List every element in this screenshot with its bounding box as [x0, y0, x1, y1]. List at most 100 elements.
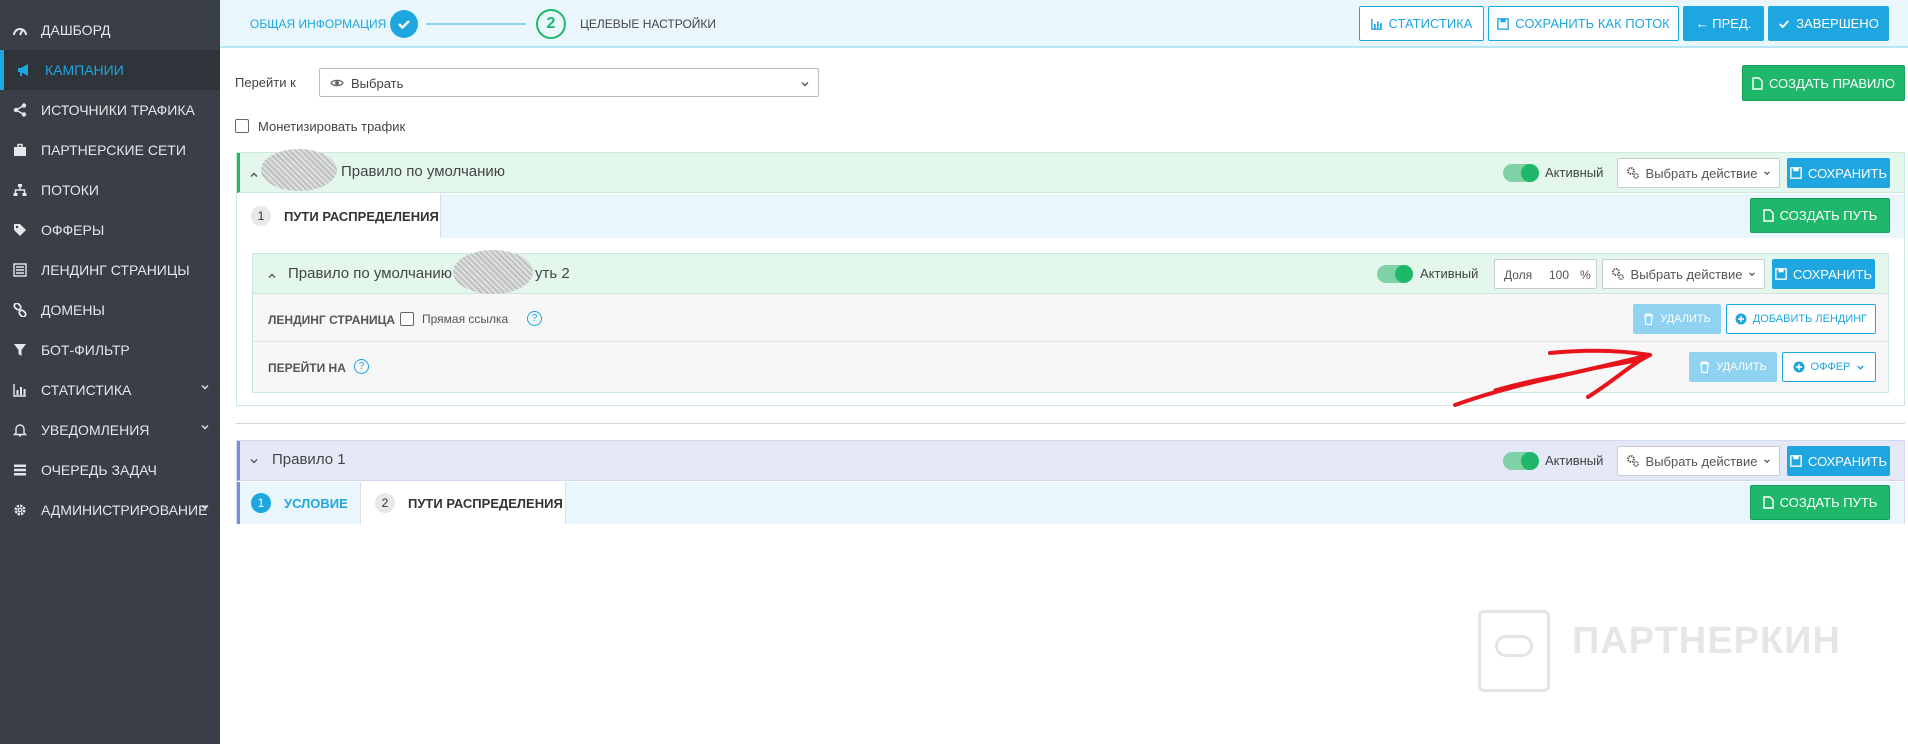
chevron-down-icon: [201, 425, 209, 430]
path-action-select[interactable]: Выбрать действие: [1602, 259, 1765, 289]
sidebar-item-traffic-sources[interactable]: ИСТОЧНИКИ ТРАФИКА: [0, 90, 220, 130]
goto-label: Перейти к: [235, 75, 296, 90]
rule-1-active-toggle[interactable]: [1503, 452, 1539, 470]
chevron-down-icon[interactable]: [249, 456, 259, 466]
landing-label: ЛЕНДИНГ СТРАНИЦА: [268, 313, 396, 327]
sidebar-item-bot-filter[interactable]: БОТ-ФИЛЬТР: [0, 330, 220, 370]
goto-select-value: Выбрать: [351, 76, 404, 91]
rule-1-create-path-button[interactable]: СОЗДАТЬ ПУТЬ: [1750, 485, 1890, 520]
sidebar-item-domains[interactable]: ДОМЕНЫ: [0, 290, 220, 330]
save-icon: [1790, 167, 1802, 179]
trash-icon: [1644, 313, 1654, 325]
share-icon: [13, 103, 27, 117]
redacted-blur: [261, 149, 337, 191]
tab-condition[interactable]: 1 УСЛОВИЕ: [240, 482, 360, 524]
monetize-checkbox[interactable]: [235, 119, 249, 133]
help-icon[interactable]: ?: [354, 359, 369, 374]
path-save-button[interactable]: СОХРАНИТЬ: [1772, 259, 1875, 289]
chevron-up-icon[interactable]: [249, 170, 259, 180]
prev-button-label: ← ПРЕД.: [1695, 16, 1752, 31]
path-status: Активный: [1420, 266, 1479, 281]
rule-default-action-select[interactable]: Выбрать действие: [1617, 158, 1780, 188]
path-title-prefix: Правило по умолчанию: [288, 265, 453, 282]
sidebar-item-label: КАМПАНИИ: [45, 62, 124, 78]
create-rule-button[interactable]: СОЗДАТЬ ПРАВИЛО: [1742, 65, 1905, 101]
landing-delete-button[interactable]: УДАЛИТЬ: [1633, 304, 1721, 334]
rule-default-status: Активный: [1545, 165, 1604, 180]
chevron-up-icon[interactable]: [267, 271, 277, 281]
save-as-flow-button[interactable]: СОХРАНИТЬ КАК ПОТОК: [1488, 6, 1679, 41]
chevron-down-icon: [1857, 365, 1865, 370]
path-save-label: СОХРАНИТЬ: [1793, 266, 1872, 282]
direct-link-checkbox[interactable]: [400, 312, 414, 326]
sidebar-item-flows[interactable]: ПОТОКИ: [0, 170, 220, 210]
direct-link-label: Прямая ссылка: [422, 312, 509, 326]
sidebar-item-label: ДОМЕНЫ: [41, 302, 105, 318]
sidebar-item-statistics[interactable]: СТАТИСТИКА: [0, 370, 220, 410]
rule-default-create-path-button[interactable]: СОЗДАТЬ ПУТЬ: [1750, 198, 1890, 233]
rule-1-action-select[interactable]: Выбрать действие: [1617, 446, 1780, 476]
goto-select[interactable]: Выбрать: [319, 68, 819, 97]
sidebar-item-label: ИСТОЧНИКИ ТРАФИКА: [41, 102, 195, 118]
create-path-label: СОЗДАТЬ ПУТЬ: [1779, 495, 1878, 510]
path-share-input[interactable]: Доля 100 %: [1494, 259, 1597, 289]
add-landing-button[interactable]: ДОБАВИТЬ ЛЕНДИНГ: [1726, 304, 1876, 334]
tab-distribution-paths[interactable]: 2 ПУТИ РАСПРЕДЕЛЕНИЯ: [360, 482, 566, 524]
sidebar-item-label: АДМИНИСТРИРОВАНИЕ: [41, 502, 208, 518]
landing-delete-label: УДАЛИТЬ: [1660, 313, 1711, 325]
gear-icon: [14, 504, 26, 516]
help-icon[interactable]: ?: [527, 311, 542, 326]
sidebar-item-task-queue[interactable]: ОЧЕРЕДЬ ЗАДАЧ: [0, 450, 220, 490]
sidebar-item-label: ДАШБОРД: [41, 22, 111, 38]
list-icon: [13, 263, 27, 277]
share-value: 100: [1549, 268, 1570, 282]
eye-icon: [330, 79, 344, 87]
chevron-down-icon: [801, 82, 809, 87]
save-as-flow-label: СОХРАНИТЬ КАК ПОТОК: [1515, 16, 1670, 31]
sidebar-item-dashboard[interactable]: ДАШБОРД: [0, 10, 220, 50]
tab-label: ПУТИ РАСПРЕДЕЛЕНИЯ: [284, 209, 439, 224]
goto-delete-button[interactable]: УДАЛИТЬ: [1689, 352, 1777, 382]
rule-default-save-label: СОХРАНИТЬ: [1808, 165, 1887, 181]
step-1-label[interactable]: ОБЩАЯ ИНФОРМАЦИЯ: [250, 17, 386, 31]
bell-icon: [13, 424, 27, 437]
sidebar-item-label: ОЧЕРЕДЬ ЗАДАЧ: [41, 462, 157, 478]
step-2-number[interactable]: 2: [536, 9, 566, 39]
sidebar-item-landing-pages[interactable]: ЛЕНДИНГ СТРАНИЦЫ: [0, 250, 220, 290]
filter-icon: [14, 344, 26, 356]
finish-button[interactable]: ЗАВЕРШЕНО: [1768, 6, 1889, 41]
sitemap-icon: [13, 184, 27, 196]
sidebar-item-partner-networks[interactable]: ПАРТНЕРСКИЕ СЕТИ: [0, 130, 220, 170]
rule-default-save-button[interactable]: СОХРАНИТЬ: [1787, 158, 1890, 188]
monetize-label: Монетизировать трафик: [258, 119, 406, 134]
step-2-label[interactable]: ЦЕЛЕВЫЕ НАСТРОЙКИ: [580, 17, 716, 31]
tags-icon: [14, 224, 26, 236]
rule-1-save-button[interactable]: СОХРАНИТЬ: [1787, 446, 1890, 476]
rule-default-active-toggle[interactable]: [1503, 164, 1539, 182]
tab-distribution-paths[interactable]: 1 ПУТИ РАСПРЕДЕЛЕНИЯ: [237, 194, 441, 238]
sidebar-item-campaigns[interactable]: КАМПАНИИ: [0, 50, 220, 90]
trash-icon: [1700, 361, 1710, 373]
tab-number: 2: [375, 493, 395, 513]
chevron-down-icon: [201, 385, 209, 390]
sidebar-item-label: ПАРТНЕРСКИЕ СЕТИ: [41, 142, 186, 158]
sidebar-item-offers[interactable]: ОФФЕРЫ: [0, 210, 220, 250]
divider: [236, 423, 1905, 424]
statistics-button[interactable]: СТАТИСТИКА: [1359, 6, 1484, 41]
sidebar-item-label: УВЕДОМЛЕНИЯ: [41, 422, 150, 438]
bar-chart-icon: [1370, 18, 1382, 30]
path-active-toggle[interactable]: [1377, 265, 1413, 283]
statistics-button-label: СТАТИСТИКА: [1388, 16, 1473, 31]
step-1-check-icon[interactable]: [390, 10, 418, 38]
rule-1-save-label: СОХРАНИТЬ: [1808, 453, 1887, 469]
save-icon: [1790, 455, 1802, 467]
sidebar-item-notifications[interactable]: УВЕДОМЛЕНИЯ: [0, 410, 220, 450]
megaphone-icon: [18, 64, 28, 76]
sidebar-item-administration[interactable]: АДМИНИСТРИРОВАНИЕ: [0, 490, 220, 530]
prev-button[interactable]: ← ПРЕД.: [1683, 6, 1764, 41]
offer-dropdown-button[interactable]: ОФФЕР: [1782, 352, 1876, 382]
goto-on-label: ПЕРЕЙТИ НА: [268, 361, 346, 375]
rule-1-title: Правило 1: [272, 451, 346, 468]
add-landing-label: ДОБАВИТЬ ЛЕНДИНГ: [1752, 313, 1868, 325]
briefcase-icon: [14, 143, 26, 156]
